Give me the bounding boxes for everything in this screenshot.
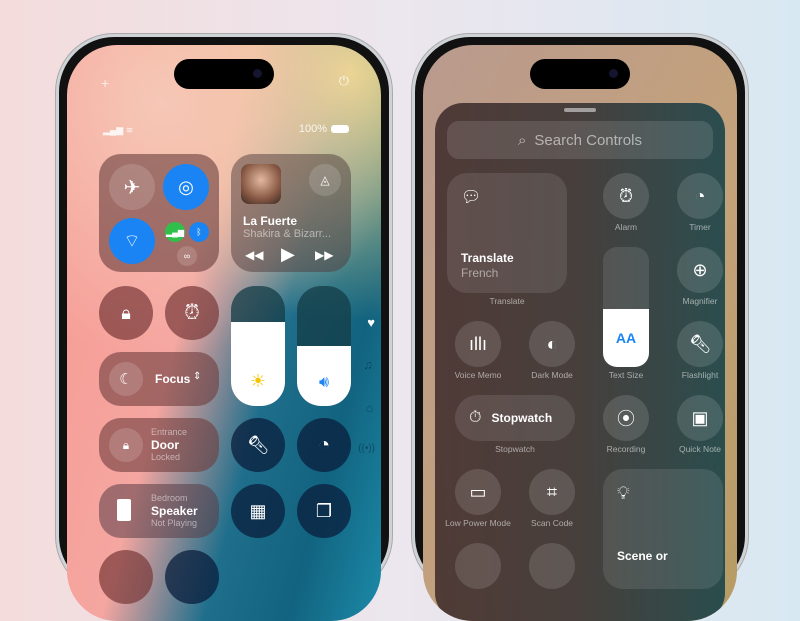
control-partial[interactable] bbox=[165, 550, 219, 604]
control-center-screen: + ⏻ ▂▄▆ ≋ 100% ✈ ◎ ⌔ ▂▄▆ ᛒ ∞ ◬ La Fuerte… bbox=[67, 45, 381, 621]
control-partial[interactable] bbox=[529, 543, 575, 589]
timer-icon[interactable]: ◔ bbox=[297, 418, 351, 472]
stopwatch-label: Stopwatch bbox=[495, 444, 535, 454]
stopwatch-button[interactable]: ⏱︎ Stopwatch bbox=[455, 395, 575, 441]
now-playing-tile[interactable]: ◬ La Fuerte Shakira & Bizarr... ◀◀ ▶ ▶▶ bbox=[231, 154, 351, 272]
chevron-updown-icon: ⇕ bbox=[193, 371, 202, 382]
control-partial[interactable] bbox=[455, 543, 501, 589]
control-partial[interactable] bbox=[99, 550, 153, 604]
translate-title: Translate bbox=[461, 251, 514, 265]
low-power-mode-label: Low Power Mode bbox=[445, 518, 511, 528]
moon-icon: ☾ bbox=[109, 362, 143, 396]
focus-label: Focus bbox=[155, 372, 191, 386]
controls-gallery-screen: ⌕ Search Controls 💬︎ Translate French Tr… bbox=[423, 45, 737, 621]
door-lock-button[interactable]: 🔒︎ Entrance Door Locked bbox=[99, 418, 219, 472]
signal-wave-icon[interactable]: ((•)) bbox=[358, 443, 375, 454]
speaker-volume-icon: 🔊︎ bbox=[318, 374, 330, 391]
recording-label: Recording bbox=[606, 444, 646, 454]
translate-tile[interactable]: 💬︎ Translate French bbox=[447, 173, 567, 293]
rotation-lock-icon[interactable]: 🔒︎ bbox=[99, 286, 153, 340]
quick-note-label: Quick Note bbox=[678, 444, 722, 454]
screen-mirroring-icon[interactable]: ❐ bbox=[297, 484, 351, 538]
translate-icon: 💬︎ bbox=[461, 189, 482, 206]
scene-tile[interactable]: 💡︎ Scene or bbox=[603, 469, 723, 589]
lightbulb-icon: 💡︎ bbox=[617, 483, 630, 503]
fast-forward-icon[interactable]: ▶▶ bbox=[315, 248, 333, 262]
sun-icon: ☀ bbox=[249, 371, 267, 391]
drag-handle[interactable] bbox=[564, 108, 596, 112]
lock-icon: 🔒︎ bbox=[109, 428, 143, 462]
text-size-label: Text Size bbox=[608, 370, 644, 380]
track-artist: Shakira & Bizarr... bbox=[243, 228, 332, 240]
timer-label: Timer bbox=[689, 222, 711, 232]
voice-memo-icon[interactable]: ıllı bbox=[455, 321, 501, 367]
play-icon[interactable]: ▶ bbox=[281, 244, 295, 265]
speaker-state: Not Playing bbox=[151, 518, 198, 528]
wifi-icon[interactable]: ⌔ bbox=[109, 218, 155, 264]
dynamic-island bbox=[174, 59, 274, 89]
volume-slider[interactable]: 🔊︎ bbox=[297, 286, 351, 406]
magnifier-label: Magnifier bbox=[682, 296, 718, 306]
search-controls-field[interactable]: ⌕ Search Controls bbox=[447, 121, 713, 159]
alarm-label: Alarm bbox=[614, 222, 638, 232]
search-placeholder: Search Controls bbox=[534, 131, 642, 149]
low-power-mode-icon[interactable]: ▭ bbox=[455, 469, 501, 515]
door-sub: Entrance bbox=[151, 427, 188, 437]
speaker-button[interactable]: Bedroom Speaker Not Playing bbox=[99, 484, 219, 538]
link-icon[interactable]: ∞ bbox=[177, 246, 197, 266]
airplane-icon[interactable]: ✈ bbox=[109, 164, 155, 210]
battery-text: 100% bbox=[298, 123, 327, 135]
left-phone: + ⏻ ▂▄▆ ≋ 100% ✈ ◎ ⌔ ▂▄▆ ᛒ ∞ ◬ La Fuerte… bbox=[56, 34, 392, 621]
alarm-icon[interactable]: ⏰︎ bbox=[603, 173, 649, 219]
speaker-device-icon bbox=[117, 499, 131, 521]
text-size-glyph: AA bbox=[603, 309, 649, 367]
scan-code-label: Scan Code bbox=[530, 518, 574, 528]
brightness-slider[interactable]: ☀ bbox=[231, 286, 285, 406]
dark-mode-icon[interactable]: ◐ bbox=[529, 321, 575, 367]
translate-caption: Translate bbox=[489, 296, 525, 306]
voice-memo-label: Voice Memo bbox=[454, 370, 502, 380]
search-icon: ⌕ bbox=[518, 131, 527, 149]
flashlight-icon[interactable]: 🔦︎ bbox=[231, 418, 285, 472]
timer-icon[interactable]: ◔ bbox=[677, 173, 723, 219]
airplay-icon[interactable]: ◬ bbox=[309, 164, 341, 196]
quick-note-icon[interactable]: ▣ bbox=[677, 395, 723, 441]
plus-icon[interactable]: + bbox=[101, 75, 109, 91]
track-title: La Fuerte bbox=[243, 214, 298, 228]
translate-sub: French bbox=[461, 266, 499, 280]
speaker-sub: Bedroom bbox=[151, 493, 188, 503]
bluetooth-icon[interactable]: ᛒ bbox=[189, 222, 209, 242]
music-icon[interactable]: ♫ bbox=[363, 357, 373, 372]
stopwatch-icon: ⏱︎ bbox=[469, 409, 482, 426]
focus-button[interactable]: ☾ Focus ⇕ bbox=[99, 352, 219, 406]
flashlight-label: Flashlight bbox=[681, 370, 719, 380]
speaker-title: Speaker bbox=[151, 504, 198, 518]
power-icon[interactable]: ⏻ bbox=[339, 73, 349, 89]
dark-mode-label: Dark Mode bbox=[531, 370, 573, 380]
right-phone: ⌕ Search Controls 💬︎ Translate French Tr… bbox=[412, 34, 748, 621]
rewind-icon[interactable]: ◀◀ bbox=[245, 248, 263, 262]
alarm-icon[interactable]: ⏰︎ bbox=[165, 286, 219, 340]
album-art bbox=[241, 164, 281, 204]
magnifier-icon[interactable]: ⊕ bbox=[677, 247, 723, 293]
dynamic-island bbox=[530, 59, 630, 89]
battery-icon bbox=[331, 125, 349, 133]
calculator-icon[interactable]: ▦ bbox=[231, 484, 285, 538]
door-state: Locked bbox=[151, 452, 181, 462]
signal-icon: ▂▄▆ ≋ bbox=[103, 125, 134, 135]
recording-icon[interactable]: ⦿ bbox=[603, 395, 649, 441]
scan-code-icon[interactable]: ⌗ bbox=[529, 469, 575, 515]
door-title: Door bbox=[151, 438, 179, 452]
home-icon[interactable]: ⌂ bbox=[366, 401, 373, 415]
cellular-icon[interactable]: ▂▄▆ bbox=[165, 222, 185, 242]
heart-icon[interactable]: ♥ bbox=[367, 315, 375, 330]
stopwatch-button-label: Stopwatch bbox=[491, 411, 553, 425]
controls-gallery-panel: ⌕ Search Controls 💬︎ Translate French Tr… bbox=[435, 103, 725, 621]
airdrop-icon[interactable]: ◎ bbox=[163, 164, 209, 210]
text-size-slider[interactable]: AA bbox=[603, 247, 649, 367]
connectivity-tile: ✈ ◎ ⌔ ▂▄▆ ᛒ ∞ bbox=[99, 154, 219, 272]
flashlight-icon[interactable]: 🔦︎ bbox=[677, 321, 723, 367]
